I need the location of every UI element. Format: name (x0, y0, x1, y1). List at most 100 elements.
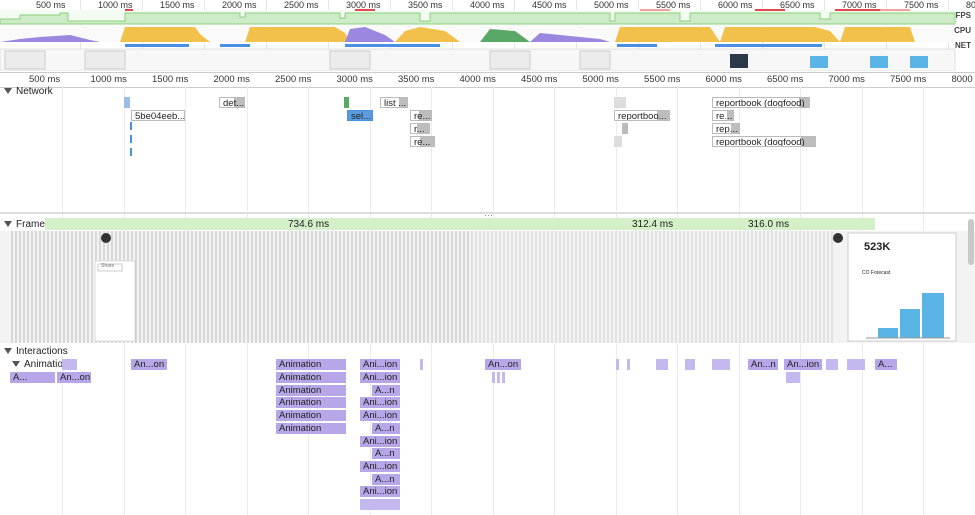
network-request[interactable]: re... (410, 136, 435, 147)
animation-event[interactable]: Animation (276, 410, 346, 422)
network-request-label: re... (414, 137, 431, 147)
animation-event[interactable]: Ani...ion (360, 397, 400, 409)
network-request-marker[interactable] (614, 136, 622, 147)
animation-event[interactable]: Ani...ion (360, 460, 400, 472)
animation-label: Animation (279, 359, 322, 370)
animation-event[interactable]: Animation (276, 397, 346, 409)
animation-event[interactable] (627, 359, 630, 370)
animation-event[interactable]: A...n (372, 384, 400, 396)
network-request[interactable]: re... (410, 110, 432, 121)
animation-event[interactable] (685, 359, 695, 370)
overview-graphs (0, 9, 956, 71)
network-request[interactable]: list ... (380, 97, 408, 108)
frame-duration: 734.6 ms (288, 219, 330, 230)
animation-event[interactable]: Animation (276, 359, 346, 370)
animation-label: A... (878, 359, 893, 370)
network-request-label: reportbook (dogfood) (716, 137, 805, 147)
network-request[interactable]: reportbook (dogfood) (712, 136, 816, 147)
network-request-label: 5be04eeb... (135, 111, 185, 121)
network-request-label: reportbook (dogfood) (716, 98, 805, 108)
animation-event[interactable]: An...on (131, 359, 167, 370)
animation-event[interactable]: Animation (276, 422, 346, 434)
ruler-tick-label: 7000 ms (828, 74, 865, 85)
animation-label: A...n (375, 384, 395, 396)
animation-event[interactable]: Ani...ion (360, 359, 400, 370)
network-request-label: rep... (716, 124, 738, 134)
collapse-triangle-icon[interactable] (4, 88, 12, 95)
frames-screenshots (0, 231, 975, 343)
ruler-tick-label: 5500 ms (644, 74, 681, 85)
animation-event[interactable]: Animation (276, 384, 346, 396)
timeline-overview[interactable]: 500 ms 1000 ms 1500 ms 2000 ms 2500 ms 3000 m… (0, 0, 975, 72)
frame-duration: 312.4 ms (632, 219, 674, 230)
interactions-track-header[interactable]: Interactions (0, 346, 68, 357)
animation-event[interactable]: An...n (748, 359, 778, 370)
network-request[interactable]: det... (219, 97, 245, 108)
animation-event[interactable] (847, 359, 865, 370)
network-request-label: re... (716, 111, 733, 121)
ruler-tick-label: 1500 ms (152, 74, 189, 85)
animation-event[interactable] (62, 359, 77, 370)
animation-event[interactable]: A...n (372, 422, 400, 434)
animation-label: Ani...ion (363, 435, 398, 447)
animation-event[interactable]: Ani...ion (360, 486, 400, 498)
network-request[interactable]: reportboo... (614, 110, 670, 121)
ruler-tick-label: 2500 ms (275, 74, 312, 85)
animation-label: A...n (375, 448, 395, 460)
animation-event[interactable] (492, 372, 495, 383)
animation-label: An...on (60, 372, 91, 383)
animation-label: An...on (488, 359, 519, 370)
animation-event[interactable] (826, 359, 838, 370)
animation-event[interactable]: Ani...ion (360, 372, 400, 383)
animation-event[interactable] (420, 359, 423, 370)
network-request-label: reportboo... (618, 111, 667, 121)
animation-event[interactable] (712, 359, 730, 370)
collapse-triangle-icon[interactable] (4, 221, 12, 228)
scrollbar-thumb[interactable] (968, 219, 974, 265)
network-track-header[interactable]: Network (0, 86, 53, 97)
frames-track-header[interactable]: Frames (0, 219, 50, 230)
collapse-triangle-icon[interactable] (12, 361, 20, 368)
animation-event[interactable]: A... (10, 372, 55, 383)
animation-event[interactable] (497, 372, 500, 383)
animation-label: Ani...ion (363, 486, 398, 498)
animation-event[interactable]: A...n (372, 448, 400, 460)
network-request[interactable]: r... (410, 123, 430, 134)
animation-event[interactable] (502, 372, 505, 383)
animation-group-header[interactable]: Animation (8, 359, 68, 370)
animation-event[interactable] (360, 499, 400, 510)
animation-event[interactable]: Animation (276, 372, 346, 383)
ruler-tick-label: 500 ms (29, 74, 61, 85)
cpu-label: CPU (954, 26, 971, 35)
animation-label: A... (13, 372, 28, 383)
network-request-label: det... (223, 98, 245, 108)
network-request[interactable]: reportbook (dogfood) (712, 97, 810, 108)
animation-event[interactable] (616, 359, 619, 370)
network-title: Network (16, 86, 53, 97)
network-request-marker[interactable] (124, 97, 130, 108)
animation-event[interactable]: A...n (372, 473, 400, 485)
animation-event[interactable]: A... (875, 359, 897, 370)
network-request[interactable]: re... (712, 110, 734, 121)
animation-event[interactable]: Ani...ion (360, 410, 400, 422)
network-request[interactable]: sel... (347, 110, 373, 121)
network-request-marker[interactable] (622, 123, 628, 134)
network-request[interactable]: rep... (712, 123, 740, 134)
animation-event[interactable]: An...ion (784, 359, 822, 370)
ruler-tick-label: 4000 ms (459, 74, 496, 85)
animation-event[interactable]: Ani...ion (360, 435, 400, 447)
animation-label: An...ion (787, 359, 820, 370)
network-request-marker[interactable] (130, 122, 132, 130)
network-request-marker[interactable] (344, 97, 349, 108)
animation-label: Ani...ion (363, 372, 398, 383)
network-request[interactable]: 5be04eeb... (131, 110, 185, 121)
collapse-triangle-icon[interactable] (4, 348, 12, 355)
network-request-marker[interactable] (130, 148, 132, 156)
animation-event[interactable]: An...on (57, 372, 91, 383)
network-request-marker[interactable] (130, 135, 132, 143)
network-request-marker[interactable] (614, 97, 626, 108)
fps-label: FPS (955, 11, 971, 20)
animation-event[interactable] (656, 359, 668, 370)
animation-event[interactable] (786, 372, 800, 383)
animation-event[interactable]: An...on (485, 359, 521, 370)
